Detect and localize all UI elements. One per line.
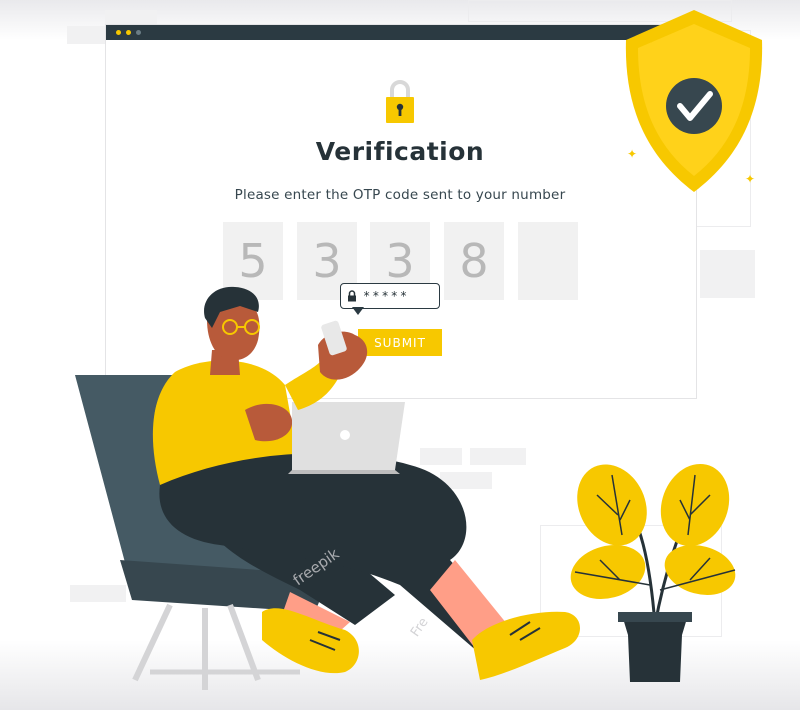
sparkle-icon: ✦ bbox=[648, 36, 656, 46]
sparkle-icon: ✦ bbox=[627, 147, 638, 161]
masked-password: ***** bbox=[363, 289, 410, 303]
padlock-mini-icon bbox=[348, 290, 356, 302]
speech-bubble-tail bbox=[352, 307, 364, 315]
password-speech-bubble: ***** bbox=[340, 283, 440, 309]
shield-check-icon bbox=[625, 10, 763, 192]
sparkle-icon: ✦ bbox=[745, 172, 756, 186]
checkmark-icon bbox=[666, 78, 722, 134]
